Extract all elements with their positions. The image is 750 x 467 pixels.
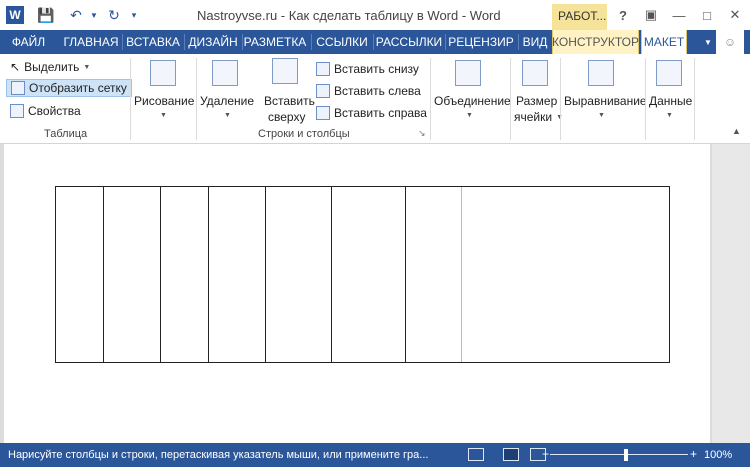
- properties-button[interactable]: Свойства: [10, 104, 81, 118]
- customize-toolbar-icon[interactable]: ▾: [124, 5, 144, 25]
- zoom-out-icon[interactable]: −: [542, 447, 549, 461]
- tab-table-design[interactable]: КОНСТРУКТОР: [552, 30, 639, 54]
- tab-mailings[interactable]: РАССЫЛКИ: [375, 30, 443, 54]
- save-icon[interactable]: 💾: [36, 5, 56, 25]
- dialog-launcher-icon[interactable]: ↘: [418, 128, 426, 139]
- select-button[interactable]: ↖ Выделить ▼: [10, 60, 90, 74]
- table-column-border[interactable]: [405, 187, 406, 362]
- tab-file[interactable]: ФАЙЛ: [0, 30, 57, 54]
- table-column-border[interactable]: [103, 187, 104, 362]
- minimize-button[interactable]: —: [668, 6, 690, 24]
- merge-chevron-icon: ▼: [466, 112, 473, 119]
- merge-icon[interactable]: [455, 60, 481, 86]
- draw-chevron-icon: ▼: [160, 112, 167, 119]
- vertical-scrollbar[interactable]: [712, 144, 750, 443]
- insert-below-label: Вставить снизу: [334, 62, 419, 76]
- status-bar: Нарисуйте столбцы и строки, перетаскивая…: [0, 443, 750, 467]
- rows-columns-group-label: Строки и столбцы: [258, 128, 350, 140]
- alignment-chevron-icon: ▼: [598, 112, 605, 119]
- title-bar: W 💾 ↶ ▼ ↻ ▾ Nastroyvse.ru - Как сделать …: [0, 0, 750, 30]
- select-label: Выделить: [24, 60, 80, 74]
- insert-left-icon: [316, 84, 330, 98]
- grid-icon: [11, 81, 25, 95]
- cell-size-icon[interactable]: [522, 60, 548, 86]
- insert-below-button[interactable]: Вставить снизу: [316, 62, 419, 76]
- insert-right-button[interactable]: Вставить справа: [316, 106, 427, 120]
- data-icon[interactable]: [656, 60, 682, 86]
- insert-above-icon[interactable]: [272, 58, 298, 84]
- tab-home[interactable]: ГЛАВНАЯ: [62, 30, 120, 54]
- ribbon-tab-row: ФАЙЛ ГЛАВНАЯ ВСТАВКА ДИЗАЙН РАЗМЕТКА ССЫ…: [0, 30, 750, 54]
- table-tools-context-label: РАБОТ...: [552, 4, 607, 30]
- properties-icon: [10, 104, 24, 118]
- user-dropdown-icon[interactable]: ▼: [700, 30, 716, 54]
- word-app-icon[interactable]: W: [6, 6, 24, 24]
- insert-right-icon: [316, 106, 330, 120]
- cursor-icon: ↖: [10, 60, 21, 74]
- maximize-button[interactable]: □: [696, 6, 718, 24]
- undo-dropdown-icon[interactable]: ▼: [84, 5, 104, 25]
- cell-size-label-2: ячейки: [514, 110, 553, 124]
- undo-icon[interactable]: ↶: [66, 5, 86, 25]
- zoom-slider-thumb[interactable]: [624, 449, 628, 461]
- data-chevron-icon: ▼: [666, 112, 673, 119]
- insert-below-icon: [316, 62, 330, 76]
- table-column-border[interactable]: [331, 187, 332, 362]
- zoom-level[interactable]: 100%: [704, 449, 732, 461]
- data-button[interactable]: Данные: [649, 94, 692, 108]
- redo-icon[interactable]: ↻: [104, 5, 124, 25]
- table-column-border[interactable]: [208, 187, 209, 362]
- tab-table-layout[interactable]: МАКЕТ: [641, 30, 687, 54]
- show-gridlines-button[interactable]: Отобразить сетку: [6, 79, 132, 97]
- zoom-slider[interactable]: [550, 454, 688, 455]
- cell-size-label-1[interactable]: Размер: [516, 94, 557, 108]
- ribbon-display-options-icon[interactable]: ▣: [640, 6, 662, 24]
- tab-view[interactable]: ВИД: [520, 30, 550, 54]
- read-mode-icon[interactable]: [468, 448, 484, 461]
- delete-chevron-icon: ▼: [224, 112, 231, 119]
- table-group-label: Таблица: [44, 128, 88, 140]
- tab-layout[interactable]: РАЗМЕТКА: [244, 30, 307, 54]
- status-message: Нарисуйте столбцы и строки, перетаскивая…: [8, 449, 429, 461]
- help-button[interactable]: ?: [612, 6, 634, 24]
- properties-label: Свойства: [28, 104, 81, 118]
- word-table[interactable]: [55, 186, 670, 363]
- insert-above-label-2[interactable]: сверху: [268, 110, 305, 124]
- draw-table-icon[interactable]: [150, 60, 176, 86]
- tab-insert[interactable]: ВСТАВКА: [124, 30, 182, 54]
- collapse-ribbon-icon[interactable]: ▲: [732, 126, 741, 136]
- ribbon: ↖ Выделить ▼ Отобразить сетку Свойства Т…: [0, 54, 750, 144]
- insert-above-label-1[interactable]: Вставить: [264, 94, 315, 108]
- delete-table-icon[interactable]: [212, 60, 238, 86]
- zoom-in-icon[interactable]: +: [690, 447, 697, 461]
- delete-button[interactable]: Удаление: [200, 94, 254, 108]
- insert-right-label: Вставить справа: [334, 106, 427, 120]
- draw-button[interactable]: Рисование: [134, 94, 194, 108]
- cell-size-button[interactable]: ячейки ▼: [514, 110, 563, 124]
- table-column-border[interactable]: [265, 187, 266, 362]
- tab-design[interactable]: ДИЗАЙН: [186, 30, 240, 54]
- share-icon[interactable]: ☺: [716, 30, 744, 54]
- window-title: Nastroyvse.ru - Как сделать таблицу в Wo…: [197, 8, 501, 23]
- table-gridline: [461, 187, 462, 362]
- word-app-letter: W: [9, 8, 21, 22]
- chevron-down-icon: ▼: [83, 63, 91, 71]
- close-button[interactable]: ✕: [724, 6, 746, 24]
- show-gridlines-label: Отобразить сетку: [29, 81, 127, 95]
- alignment-button[interactable]: Выравнивание: [564, 94, 647, 108]
- merge-button[interactable]: Объединение: [434, 94, 511, 108]
- insert-left-label: Вставить слева: [334, 84, 421, 98]
- tab-review[interactable]: РЕЦЕНЗИР: [447, 30, 515, 54]
- table-column-border[interactable]: [160, 187, 161, 362]
- alignment-icon[interactable]: [588, 60, 614, 86]
- tab-references[interactable]: ССЫЛКИ: [313, 30, 371, 54]
- insert-left-button[interactable]: Вставить слева: [316, 84, 421, 98]
- print-layout-icon[interactable]: [503, 448, 519, 461]
